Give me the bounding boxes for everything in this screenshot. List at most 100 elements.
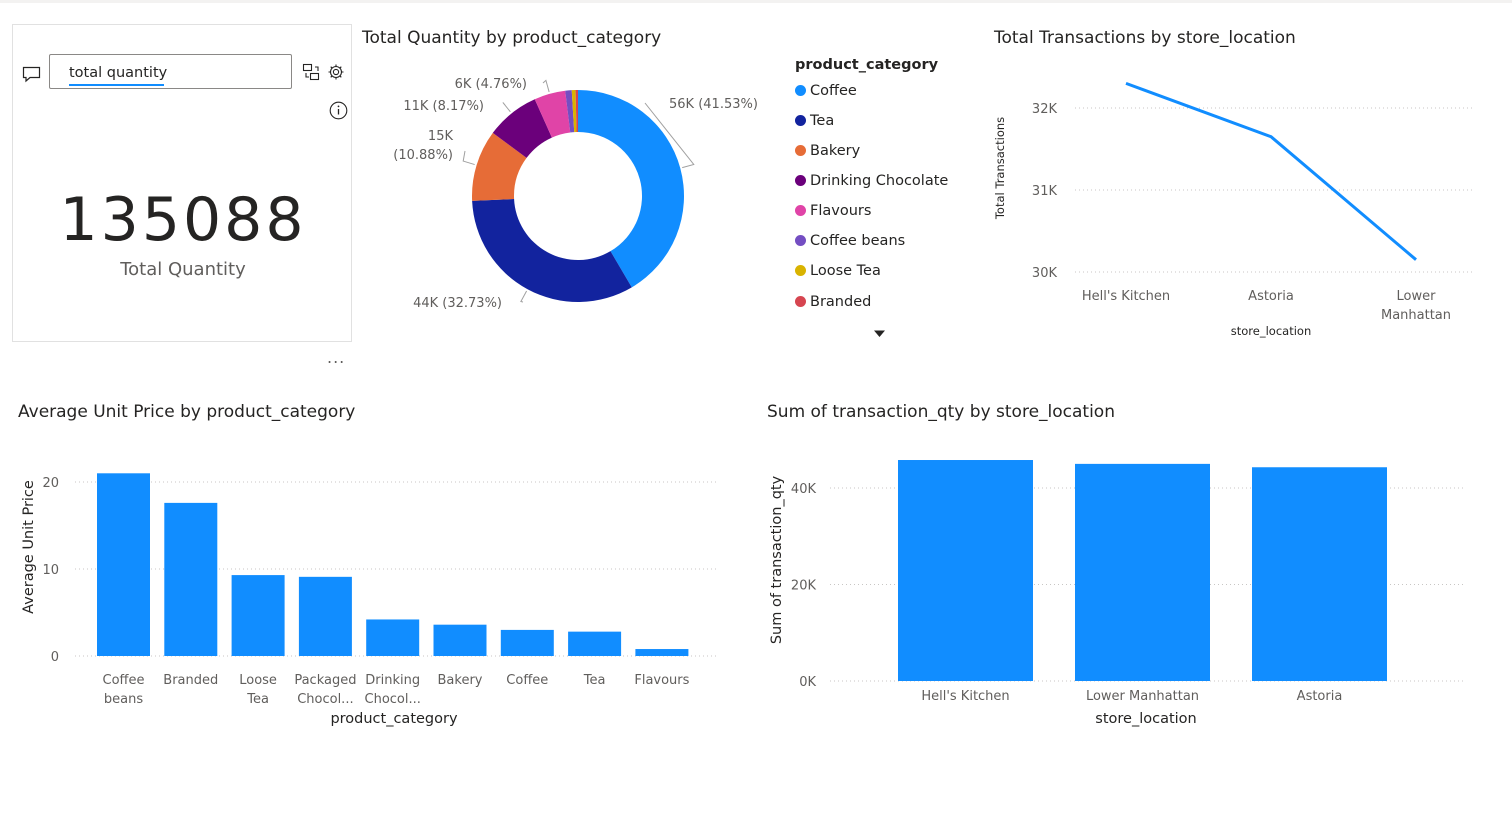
- price-chart-x-tick: Branded: [163, 673, 218, 688]
- line-chart-x-axis-title: store_location: [1231, 324, 1311, 338]
- legend-item[interactable]: Flavours: [795, 203, 871, 219]
- line-chart-y-tick: 32K: [1032, 102, 1058, 117]
- legend-label: Bakery: [810, 143, 861, 159]
- info-icon[interactable]: [329, 101, 348, 124]
- qty-bar: [1252, 467, 1387, 681]
- qty-chart-y-tick: 20K: [791, 579, 817, 594]
- price-bar: [433, 624, 487, 656]
- convert-visual-icon[interactable]: [302, 63, 320, 85]
- donut-slice: [578, 90, 685, 288]
- qty-bar-chart: 0K 20K 40K Hell's Kitchen Lower Manhattan Ast…: [769, 460, 1465, 727]
- qty-bar-chart-title: Sum of transaction_qty by store_location: [767, 402, 1115, 422]
- line-chart-x-tick: Lower: [1397, 289, 1437, 304]
- qty-chart-y-axis-title: Sum of transaction_qty: [769, 475, 785, 644]
- legend-label: Tea: [810, 113, 835, 129]
- price-bar: [298, 576, 352, 656]
- line-chart-title: Total Transactions by store_location: [994, 28, 1296, 48]
- legend-item[interactable]: Coffee: [795, 83, 857, 99]
- legend-item[interactable]: Branded: [795, 294, 871, 310]
- legend-label: Coffee: [810, 83, 857, 99]
- price-bar: [568, 631, 622, 656]
- price-chart-x-tick: Tea: [246, 692, 269, 707]
- legend-label: Drinking Chocolate: [810, 173, 949, 189]
- price-chart-y-tick: 10: [42, 563, 59, 578]
- donut-leader-line: [502, 102, 511, 113]
- line-chart-y-tick: 31K: [1032, 184, 1058, 199]
- donut-data-label: 15K: [428, 129, 454, 144]
- price-bar: [97, 473, 150, 656]
- legend-item[interactable]: Coffee beans: [795, 233, 905, 249]
- top-border: [0, 0, 1512, 3]
- legend-label: Flavours: [810, 203, 872, 219]
- qa-term-underline: [69, 84, 164, 86]
- price-bar: [231, 575, 285, 656]
- price-bar: [635, 649, 689, 656]
- price-chart-x-tick: Drinking: [365, 673, 420, 688]
- qa-question-input[interactable]: total quantity: [49, 54, 292, 89]
- legend-title: product_category: [795, 57, 939, 73]
- qa-visual-card: total quantity 135088 Total Quantity: [12, 24, 352, 342]
- price-chart-x-tick: Packaged: [294, 673, 356, 688]
- price-chart-y-tick: 0: [51, 650, 59, 665]
- qa-question-text[interactable]: total quantity: [69, 65, 167, 81]
- line-series-total-transactions: [1125, 81, 1417, 261]
- qty-bar: [898, 460, 1033, 681]
- donut-leader-line: [520, 290, 528, 303]
- line-chart-y-axis-title: Total Transactions: [993, 117, 1007, 220]
- legend-item[interactable]: Loose Tea: [795, 263, 881, 279]
- price-chart-x-tick: beans: [104, 692, 143, 707]
- line-chart-x-tick: Hell's Kitchen: [1082, 289, 1170, 304]
- qty-chart-x-tick: Astoria: [1297, 689, 1343, 704]
- price-chart-x-tick: Chocol...: [297, 692, 353, 707]
- price-chart-x-tick: Coffee: [103, 673, 145, 688]
- legend-dot: [795, 145, 806, 156]
- legend-label: Coffee beans: [810, 233, 906, 249]
- donut-data-label: 11K (8.17%): [403, 99, 484, 114]
- comment-icon[interactable]: [22, 66, 41, 87]
- donut-leader-line: [542, 79, 550, 93]
- price-chart-x-tick: Tea: [583, 673, 606, 688]
- legend-label: Branded: [810, 294, 872, 310]
- line-chart-x-tick: Astoria: [1248, 289, 1294, 304]
- price-chart-y-axis-title: Average Unit Price: [21, 480, 37, 614]
- price-bar: [500, 629, 554, 656]
- price-bar-chart: 0 10 20 Coffee beans Branded Loose Tea Packaged C…: [21, 473, 716, 727]
- qty-chart-x-axis-title: store_location: [1095, 711, 1196, 727]
- line-chart-x-tick: Manhattan: [1381, 308, 1451, 323]
- qty-chart-y-tick: 40K: [791, 482, 817, 497]
- qty-bar: [1075, 463, 1210, 681]
- legend-label: Loose Tea: [810, 263, 881, 279]
- kpi-label: Total Quantity: [120, 259, 246, 280]
- legend-scroll-down-icon[interactable]: [873, 323, 886, 342]
- price-chart-x-tick: Flavours: [634, 673, 689, 688]
- line-chart-y-tick: 30K: [1032, 266, 1058, 281]
- qty-chart-y-tick: 0K: [799, 675, 816, 690]
- donut-data-label: (10.88%): [393, 148, 453, 163]
- more-options-button[interactable]: ...: [327, 348, 345, 367]
- price-chart-x-axis-title: product_category: [330, 711, 458, 727]
- legend-dot: [795, 175, 806, 186]
- price-chart-x-tick: Coffee: [506, 673, 548, 688]
- qty-chart-x-tick: Hell's Kitchen: [921, 689, 1009, 704]
- price-chart-x-tick: Chocol...: [365, 692, 421, 707]
- price-bar: [164, 502, 218, 656]
- legend-item[interactable]: Tea: [795, 113, 834, 129]
- donut-data-label: 6K (4.76%): [455, 77, 527, 92]
- legend-dot: [795, 296, 806, 307]
- donut-data-label: 56K (41.53%): [669, 97, 758, 112]
- price-chart-x-tick: Loose: [239, 673, 277, 688]
- legend-dot: [795, 205, 806, 216]
- legend-dot: [795, 235, 806, 246]
- legend-dot: [795, 265, 806, 276]
- legend-item[interactable]: Drinking Chocolate: [795, 173, 948, 189]
- price-bar: [366, 619, 420, 656]
- price-bar-chart-title: Average Unit Price by product_category: [18, 402, 356, 422]
- legend-item[interactable]: Bakery: [795, 143, 860, 159]
- donut-leader-line: [462, 150, 475, 166]
- legend-dot: [795, 85, 806, 96]
- qty-chart-x-tick: Lower Manhattan: [1086, 689, 1199, 704]
- price-chart-y-tick: 20: [42, 476, 59, 491]
- settings-gear-icon[interactable]: [327, 63, 345, 85]
- donut-slice: [472, 198, 632, 302]
- price-chart-x-tick: Bakery: [438, 673, 483, 688]
